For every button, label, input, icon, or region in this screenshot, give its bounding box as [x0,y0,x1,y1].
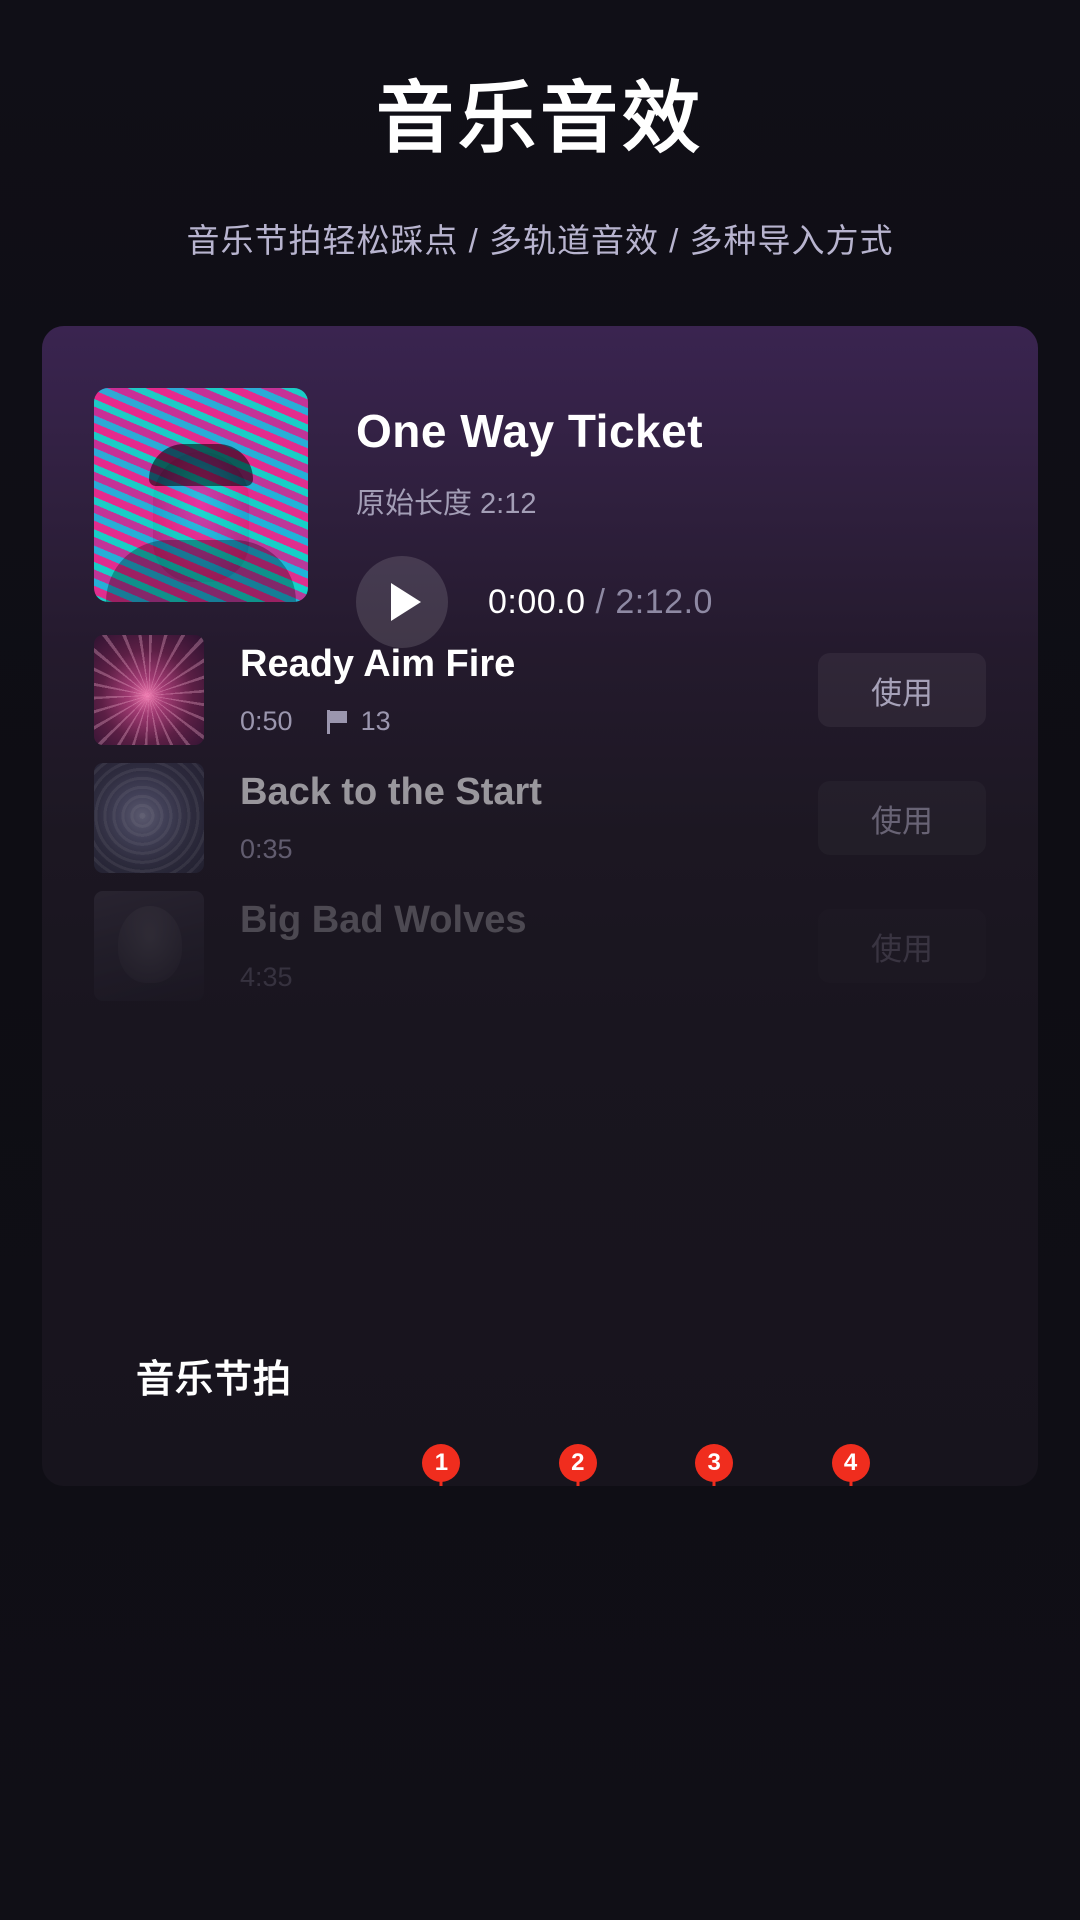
track-list: Ready Aim Fire 0:50 13 使用 Back to the St… [94,626,986,1010]
beat-marker-label: 3 [695,1444,734,1482]
beat-marker-label: 4 [831,1444,870,1482]
waveform-timeline[interactable]: 1234 ONE WAY TICKET [136,1444,1036,1486]
total-time: 2:12.0 [615,582,713,621]
track-meta: 0:50 13 [240,706,818,737]
album-cover-icon [94,388,308,602]
use-button[interactable]: 使用 [818,781,986,855]
play-icon [391,583,421,621]
track-thumbnail-icon [94,635,204,745]
playback-time: 0:00.0 / 2:12.0 [488,583,713,622]
cover-art-shoulders [106,540,296,602]
track-thumbnail-icon [94,891,204,1001]
music-sound-effects-page: 音乐音效 音乐节拍轻松踩点 / 多轨道音效 / 多种导入方式 One Way T… [0,0,1080,1920]
page-subtitle: 音乐节拍轻松踩点 / 多轨道音效 / 多种导入方式 [186,221,894,259]
time-separator: / [595,582,606,621]
track-duration: 4:35 [240,962,293,992]
beat-marker-label: 2 [558,1444,597,1482]
beat-count-value: 13 [360,706,391,736]
now-playing-section: One Way Ticket 原始长度 2:12 0:00.0 / 2:12.0 [94,388,713,648]
music-panel-card: One Way Ticket 原始长度 2:12 0:00.0 / 2:12.0 [42,326,1038,1486]
use-button[interactable]: 使用 [818,653,986,727]
now-playing-title: One Way Ticket [356,405,704,457]
beat-markers: 1 2 3 4 [136,1444,1036,1486]
beat-marker[interactable]: 2 [558,1444,597,1486]
track-info: Ready Aim Fire 0:50 13 [240,643,818,737]
beat-marker[interactable]: 4 [831,1444,870,1486]
beat-marker[interactable]: 1 [422,1444,461,1486]
track-info: Big Bad Wolves 4:35 [240,899,818,993]
now-playing-meta: One Way Ticket 原始长度 2:12 0:00.0 / 2:12.0 [356,388,713,648]
track-duration: 0:50 [240,706,293,736]
track-info: Back to the Start 0:35 [240,771,818,865]
beat-marker-label: 1 [422,1444,461,1482]
track-meta: 4:35 [240,962,818,993]
use-button[interactable]: 使用 [818,909,986,983]
track-name: Back to the Start [240,771,542,813]
original-length-label: 原始长度 2:12 [356,488,537,520]
current-time: 0:00.0 [488,582,586,621]
list-item[interactable]: Back to the Start 0:35 使用 [94,754,986,882]
beat-marker[interactable]: 3 [695,1444,734,1486]
list-item[interactable]: Ready Aim Fire 0:50 13 使用 [94,626,986,754]
track-thumbnail-icon [94,763,204,873]
list-item[interactable]: Big Bad Wolves 4:35 使用 [94,882,986,1010]
page-header: 音乐音效 音乐节拍轻松踩点 / 多轨道音效 / 多种导入方式 [0,0,1080,262]
track-duration: 0:35 [240,834,293,864]
beats-section-title: 音乐节拍 [136,1359,293,1401]
track-meta: 0:35 [240,834,818,865]
flag-icon [326,709,349,734]
beat-count: 13 [326,706,391,737]
track-name: Ready Aim Fire [240,643,516,685]
page-title: 音乐音效 [375,74,704,162]
track-name: Big Bad Wolves [240,899,527,941]
